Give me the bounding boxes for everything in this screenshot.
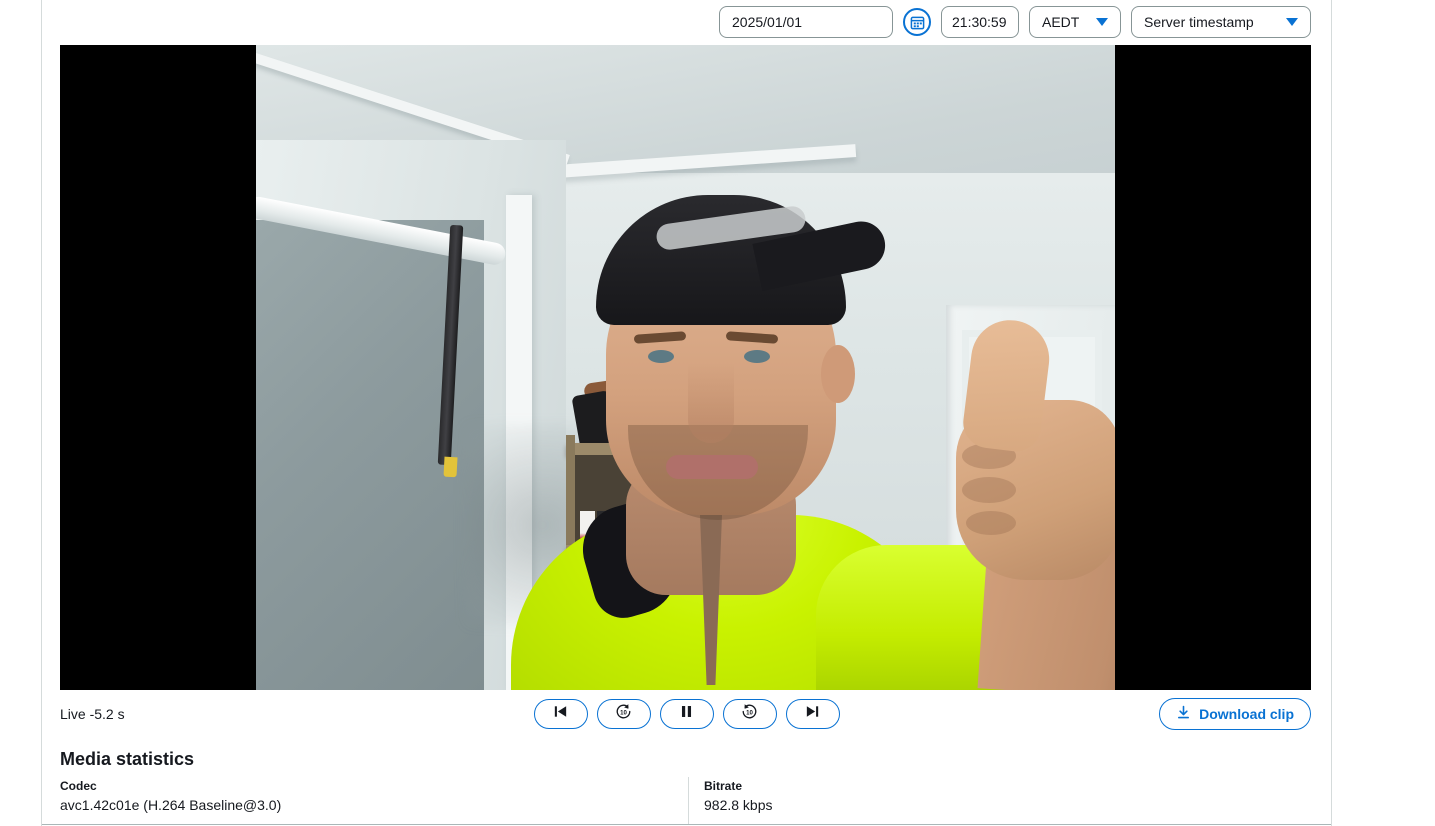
timestamp-mode-select-value: Server timestamp	[1144, 14, 1254, 30]
stat-label: Codec	[60, 779, 97, 793]
stat-value: 982.8 kbps	[704, 797, 773, 813]
page-bottom-divider	[42, 824, 1331, 825]
video-player-surface[interactable]	[60, 45, 1311, 690]
pause-button[interactable]	[659, 698, 714, 729]
media-statistics-panel: Media statistics Codec avc1.42c01e (H.26…	[42, 737, 1331, 826]
pause-icon	[678, 703, 695, 725]
next-frame-button[interactable]	[785, 698, 840, 729]
forward-10-icon: 10	[740, 702, 759, 726]
video-player-page: 2025/01/01 21:30:59 AEDT Server timestam…	[0, 0, 1435, 826]
download-clip-label: Download clip	[1199, 705, 1294, 722]
stat-item-bitrate: Bitrate 982.8 kbps	[704, 779, 773, 813]
download-icon	[1176, 705, 1191, 723]
person-knuckle	[966, 511, 1016, 535]
timezone-select[interactable]: AEDT	[1029, 6, 1121, 38]
person-eye	[744, 350, 770, 363]
time-input[interactable]: 21:30:59	[941, 6, 1019, 38]
stats-column-divider	[688, 777, 689, 825]
media-statistics-title: Media statistics	[60, 749, 195, 769]
live-offset-label: Live -5.2 s	[60, 705, 125, 722]
video-frame	[256, 45, 1115, 690]
time-input-value: 21:30:59	[952, 14, 1007, 30]
scene-pole-tip	[443, 456, 458, 478]
person-mouth	[666, 455, 758, 479]
person-ear	[821, 345, 855, 403]
playback-timestamp-toolbar: 2025/01/01 21:30:59 AEDT Server timestam…	[0, 0, 1435, 44]
person-eye	[648, 350, 674, 363]
download-clip-button[interactable]: Download clip	[1159, 697, 1311, 730]
player-control-bar: Live -5.2 s 10 10 Download clip	[42, 690, 1331, 737]
transport-controls: 10 10	[533, 698, 840, 729]
chevron-down-icon	[1286, 18, 1298, 26]
skip-back-icon	[552, 703, 569, 725]
svg-text:10: 10	[620, 709, 627, 716]
panel-right-rule	[1331, 0, 1332, 826]
date-input-value: 2025/01/01	[732, 14, 803, 30]
person-knuckle	[962, 477, 1016, 503]
person-nose	[688, 363, 734, 443]
stat-item-codec: Codec avc1.42c01e (H.264 Baseline@3.0)	[60, 779, 281, 813]
forward-10-button[interactable]: 10	[722, 698, 777, 729]
date-input[interactable]: 2025/01/01	[719, 6, 893, 38]
rewind-10-icon: 10	[614, 702, 633, 726]
timestamp-mode-select[interactable]: Server timestamp	[1131, 6, 1311, 38]
timezone-select-value: AEDT	[1042, 14, 1080, 30]
calendar-icon[interactable]	[903, 8, 931, 36]
svg-text:10: 10	[746, 709, 753, 716]
stat-label: Bitrate	[704, 779, 743, 793]
rewind-10-button[interactable]: 10	[596, 698, 651, 729]
skip-forward-icon	[804, 703, 821, 725]
chevron-down-icon	[1096, 18, 1108, 26]
previous-frame-button[interactable]	[533, 698, 588, 729]
stat-value: avc1.42c01e (H.264 Baseline@3.0)	[60, 797, 282, 813]
